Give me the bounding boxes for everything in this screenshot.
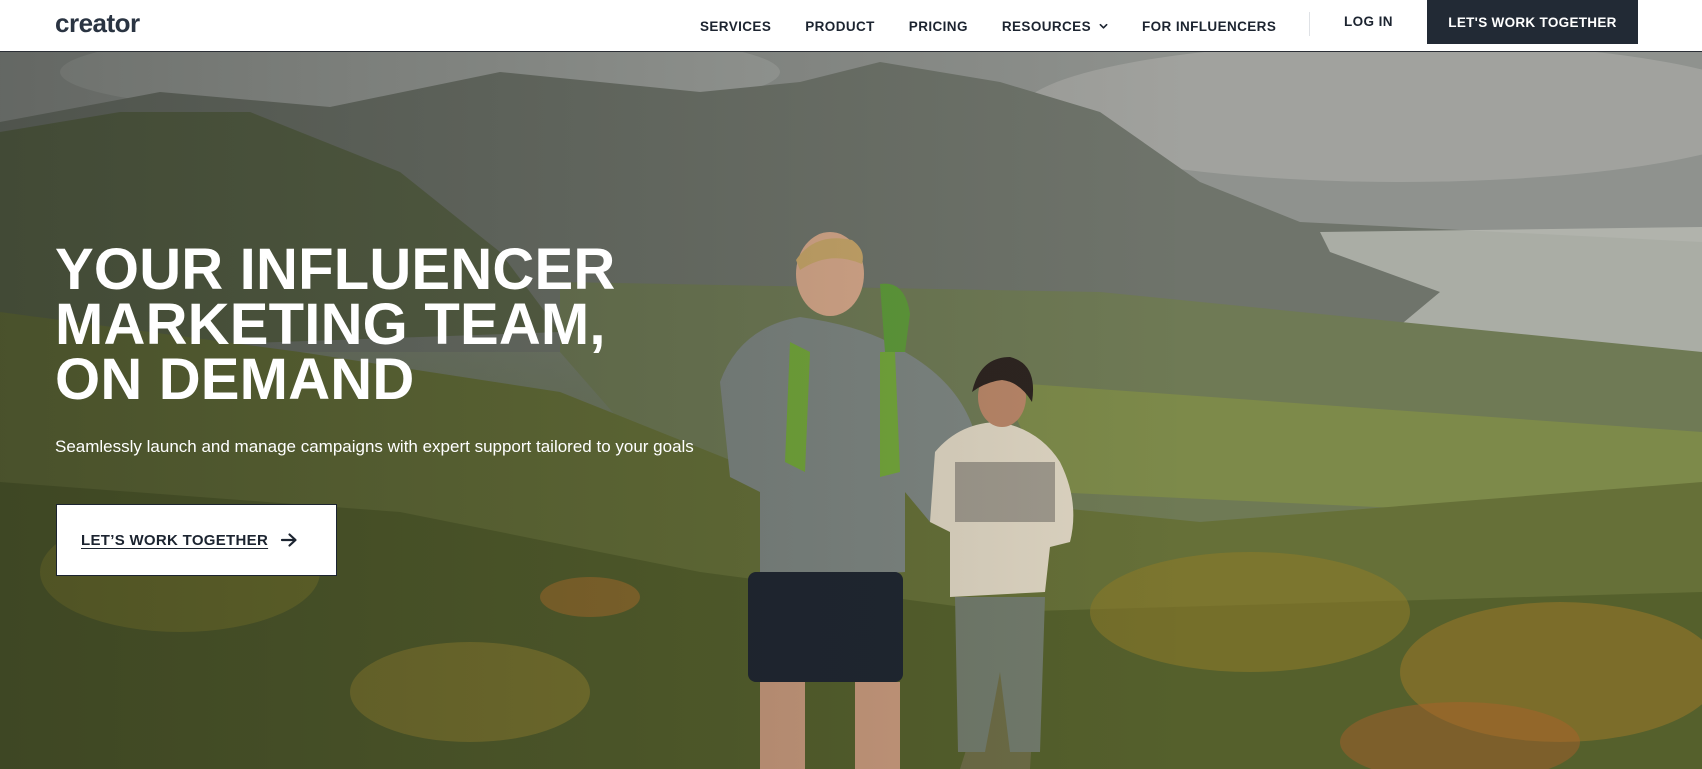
arrow-right-icon [280,533,297,547]
nav-resources[interactable]: RESOURCES [1002,19,1108,34]
nav-services-label: SERVICES [700,18,772,34]
hero-headline-line-2: MARKETING TEAM, [55,292,606,357]
nav-for-influencers[interactable]: FOR INFLUENCERS [1142,19,1276,34]
creator-logo[interactable]: creator [55,8,140,38]
site-header: creator SERVICES PRODUCT PRICING RESOURC… [0,0,1702,52]
hero-cta-button[interactable]: LET’S WORK TOGETHER [56,504,337,576]
hero-headline-line-1: YOUR INFLUENCER [55,237,616,302]
nav-pricing[interactable]: PRICING [909,19,968,34]
nav-for-influencers-label: FOR INFLUENCERS [1141,18,1277,34]
nav-pricing-label: PRICING [908,18,968,34]
header-cta-button[interactable]: LET'S WORK TOGETHER [1427,0,1638,44]
nav-product[interactable]: PRODUCT [805,19,875,34]
nav-divider [1309,12,1310,36]
chevron-down-icon [1099,23,1108,29]
hero-headline-line-3: ON DEMAND [55,347,415,412]
nav-services[interactable]: SERVICES [700,19,771,34]
hero-subheadline: Seamlessly launch and manage campaigns w… [55,437,694,456]
nav-resources-label: RESOURCES [1001,18,1091,34]
hero-section: YOUR INFLUENCER MARKETING TEAM, ON DEMAN… [0,52,1702,769]
hero-headline: YOUR INFLUENCER MARKETING TEAM, ON DEMAN… [55,237,755,412]
main-nav: SERVICES PRODUCT PRICING RESOURCES FOR I… [700,0,1310,52]
hero-cta-label: LET’S WORK TOGETHER [81,531,269,549]
nav-product-label: PRODUCT [805,18,875,34]
login-link[interactable]: LOG IN [1344,0,1393,44]
